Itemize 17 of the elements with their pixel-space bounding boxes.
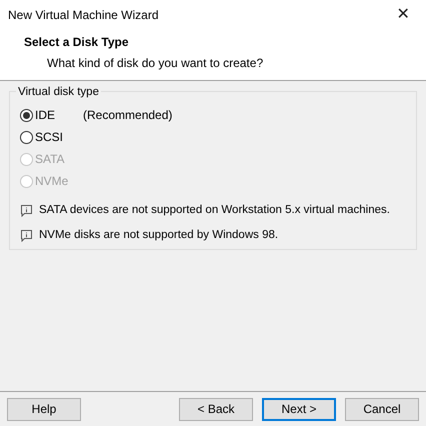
info-icon <box>20 204 33 218</box>
disk-type-radio[interactable]: IDE <box>20 106 56 124</box>
help-button[interactable]: Help <box>7 398 81 420</box>
back-button[interactable]: < Back <box>179 398 253 420</box>
window-title: New Virtual Machine Wizard <box>8 7 158 24</box>
radio-indicator-icon[interactable] <box>20 130 33 144</box>
recommended-note: (Recommended) <box>83 107 172 124</box>
next-button[interactable]: Next > <box>262 398 336 420</box>
info-message: SATA devices are not supported on Workstation 5.x virtual machines. <box>39 203 390 218</box>
close-button[interactable]: ✕ <box>380 0 426 30</box>
info-icon <box>20 229 33 242</box>
page-title: Select a Disk Type <box>24 34 130 51</box>
disk-type-radio[interactable]: SCSI <box>20 128 64 146</box>
info-message: NVMe disks are not supported by Windows 98. <box>39 228 278 244</box>
cancel-button[interactable]: Cancel <box>345 398 419 420</box>
radio-indicator-icon[interactable] <box>20 108 33 122</box>
page-subtitle: What kind of disk do you want to create? <box>46 55 264 72</box>
